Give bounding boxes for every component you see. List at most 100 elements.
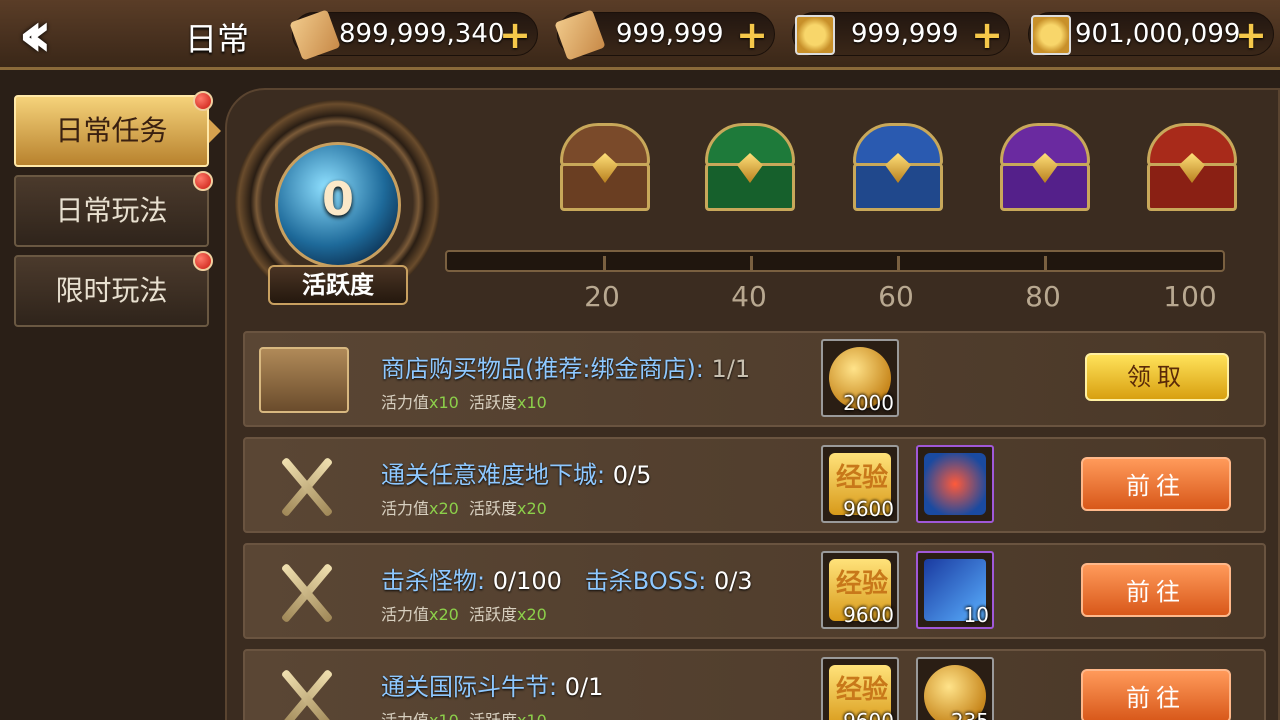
milestone-tick [750, 256, 753, 270]
vitality-label: 活力值 [381, 711, 429, 720]
task-progress: 0/5 [612, 461, 652, 489]
blue-chest[interactable] [843, 115, 953, 215]
task-name: 通关任意难度地下城: 0/5 [381, 455, 651, 490]
vitality-mult: x10 [429, 393, 459, 412]
notification-dot [193, 171, 213, 191]
exp-label: 经验 [835, 675, 888, 705]
resource-value: 899,999,340 [339, 19, 505, 49]
resource-scroll: 899,999,340 + [289, 9, 538, 61]
notification-dot [193, 91, 213, 111]
activity-mult: x20 [517, 605, 547, 624]
resource-value: 999,999 [616, 19, 724, 49]
scroll-icon [289, 9, 341, 61]
resource-value: 901,000,099 [1075, 19, 1241, 49]
reward-item[interactable] [916, 445, 994, 523]
tab-label: 日常任务 [55, 114, 168, 147]
task-rewards-text: 活力值x10 活跃度x10 [381, 707, 547, 720]
task-row: 通关国际斗牛节: 0/1 活力值x10 活跃度x10 经验 9600 235 前… [243, 649, 1266, 720]
vitality-label: 活力值 [381, 605, 430, 624]
notification-dot [193, 251, 213, 271]
vitality-mult: x20 [429, 605, 459, 624]
reward-item[interactable]: 2000 [821, 339, 899, 417]
tab-daily-gameplay[interactable]: 日常玩法 [14, 171, 213, 247]
activity-label: 活跃度 [469, 499, 518, 518]
task-row: 击杀怪物: 0/100 击杀BOSS: 0/3 活力值x20 活跃度x20 经验… [243, 543, 1266, 639]
milestone-label: 100 [1163, 280, 1217, 313]
add-coin-button[interactable]: + [971, 13, 1003, 57]
task-title: 通关国际斗牛节: [381, 673, 558, 701]
tab-label: 日常玩法 [55, 194, 168, 227]
milestone-label: 20 [584, 280, 620, 313]
reward-item[interactable]: 经验 9600 [821, 657, 899, 720]
crossed-swords-icon [259, 447, 355, 527]
claim-button[interactable]: 领取 [1085, 353, 1229, 401]
tab-daily-tasks[interactable]: 日常任务 [14, 91, 221, 167]
shop-chest-icon [259, 347, 349, 413]
goto-button[interactable]: 前往 [1081, 563, 1231, 617]
task-name: 击杀怪物: 0/100 击杀BOSS: 0/3 [381, 561, 753, 596]
task-row: 商店购买物品(推荐:绑金商店): 1/1 活力值x10 活跃度x10 2000 … [243, 331, 1266, 427]
reward-count: 10 [963, 603, 989, 627]
milestone-label: 40 [731, 280, 767, 313]
add-scroll-button[interactable]: + [499, 13, 531, 57]
exp-label: 经验 [835, 463, 888, 493]
activity-value: 0 [321, 172, 354, 226]
resource-coin: 999,999 + [792, 12, 1010, 57]
heart-icon [924, 453, 986, 515]
red-chest[interactable] [1137, 115, 1247, 215]
activity-label: 活跃度 [469, 711, 517, 720]
task-row: 通关任意难度地下城: 0/5 活力值x20 活跃度x20 经验 9600 前往 [243, 437, 1266, 533]
resource-value: 999,999 [851, 19, 959, 49]
vitality-mult: x20 [429, 499, 459, 518]
add-locked-scroll-button[interactable]: + [736, 13, 768, 57]
exp-label: 经验 [835, 569, 888, 599]
resource-locked-coin: 901,000,099 + [1028, 12, 1274, 57]
crossed-swords-icon [259, 553, 355, 633]
reward-count: 235 [951, 709, 989, 720]
milestone-label: 60 [878, 280, 914, 313]
page-title: 日常 [185, 20, 250, 58]
reward-item[interactable]: 10 [916, 551, 994, 629]
reward-count: 9600 [843, 603, 894, 627]
milestone-tick [897, 256, 900, 270]
activity-mult: x20 [517, 499, 547, 518]
reward-item[interactable]: 经验 9600 [821, 551, 899, 629]
task-name: 商店购买物品(推荐:绑金商店): 1/1 [381, 349, 750, 384]
top-bar: ‹‹ 日常 899,999,340 + 999,999 + 999,999 + … [0, 0, 1280, 70]
task-progress: 1/1 [711, 355, 751, 383]
crossed-swords-icon [259, 659, 355, 720]
activity-label: 活跃度 [268, 265, 408, 305]
task-progress: 0/1 [564, 673, 604, 701]
locked-coin-icon [1031, 15, 1071, 55]
activity-mult: x10 [517, 393, 547, 412]
task-name: 通关国际斗牛节: 0/1 [381, 667, 603, 702]
double-chevron-left-icon[interactable]: ‹‹ [18, 3, 118, 67]
green-chest[interactable] [695, 115, 805, 215]
goto-button[interactable]: 前往 [1081, 669, 1231, 720]
tab-limited-gameplay[interactable]: 限时玩法 [14, 251, 213, 327]
vitality-label: 活力值 [381, 499, 430, 518]
add-locked-coin-button[interactable]: + [1235, 13, 1267, 57]
task-title-boss: 击杀BOSS: [584, 567, 707, 595]
reward-count: 9600 [843, 497, 894, 521]
bronze-chest[interactable] [550, 115, 660, 215]
coin-icon [795, 15, 835, 55]
activity-label: 活跃度 [469, 605, 518, 624]
resource-locked-scroll: 999,999 + [554, 9, 775, 61]
vitality-mult: x10 [429, 711, 459, 720]
task-progress-boss: 0/3 [713, 567, 753, 595]
task-title: 商店购买物品(推荐:绑金商店): [381, 355, 704, 383]
activity-progress-track [445, 250, 1225, 272]
activity-label: 活跃度 [469, 393, 518, 412]
task-title: 击杀怪物: [381, 567, 486, 595]
task-rewards-text: 活力值x20 活跃度x20 [381, 495, 547, 519]
reward-item[interactable]: 经验 9600 [821, 445, 899, 523]
milestone-tick [603, 256, 606, 270]
task-rewards-text: 活力值x20 活跃度x20 [381, 601, 547, 625]
task-title: 通关任意难度地下城: [381, 461, 606, 489]
locked-scroll-icon [554, 9, 606, 61]
goto-button[interactable]: 前往 [1081, 457, 1231, 511]
reward-item[interactable]: 235 [916, 657, 994, 720]
activity-mult: x10 [517, 711, 547, 720]
purple-chest[interactable] [990, 115, 1100, 215]
